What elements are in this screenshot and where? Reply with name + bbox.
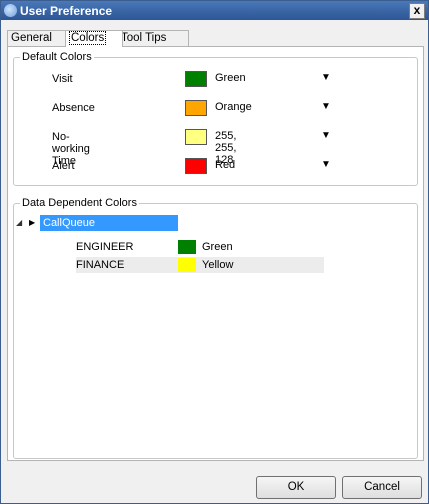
row-indicator-icon: ▶ [29,218,36,227]
pref-label: Alert [52,160,75,172]
dropdown-arrow-icon[interactable]: ▼ [321,159,331,170]
pref-value: Green [215,72,246,84]
default-colors-group: Default Colors Visit Green ▼ Absence Ora… [13,51,418,186]
color-swatch [185,158,207,174]
data-dependent-colors-group: Data Dependent Colors ◢ ▶ CallQueue ENGI… [13,197,418,459]
pref-value: Red [215,159,236,171]
tree-row-name: FINANCE [76,259,125,271]
pref-value: Orange [215,101,252,113]
tab-colors[interactable]: Colors [65,30,123,47]
tree-row-engineer[interactable]: ENGINEER Green [76,239,324,255]
ok-button[interactable]: OK [256,476,336,499]
pref-label: Visit [52,73,73,85]
dropdown-arrow-icon[interactable]: ▼ [321,101,331,112]
app-icon [4,4,17,17]
cancel-button[interactable]: Cancel [342,476,422,499]
color-swatch [185,71,207,87]
dropdown-arrow-icon[interactable]: ▼ [321,72,331,83]
color-swatch [185,129,207,145]
pref-label: Absence [52,102,95,114]
tree-row-value: Yellow [202,259,234,271]
title-bar: User Preference x [1,1,428,20]
tab-tool-tips[interactable]: Tool Tips [117,30,189,46]
tree-row-value: Green [202,241,233,253]
color-swatch [178,240,196,254]
window-title: User Preference [20,4,113,18]
tree-row-name: ENGINEER [76,241,134,253]
color-tree: ◢ ▶ CallQueue ENGINEER Green FINANCE Yel… [14,204,415,456]
color-swatch [185,100,207,116]
tree-row-finance[interactable]: FINANCE Yellow [76,257,324,273]
colors-tab-panel: Default Colors Visit Green ▼ Absence Ora… [7,46,424,461]
close-button[interactable]: x [409,3,425,19]
tree-node-callqueue[interactable]: CallQueue [40,215,178,231]
dropdown-arrow-icon[interactable]: ▼ [321,130,331,141]
expand-triangle-icon[interactable]: ◢ [16,218,22,227]
user-preference-dialog: User Preference x General Colors Tool Ti… [0,0,429,504]
color-swatch [178,258,196,272]
tab-general[interactable]: General [7,30,71,46]
default-colors-legend: Default Colors [20,51,94,63]
